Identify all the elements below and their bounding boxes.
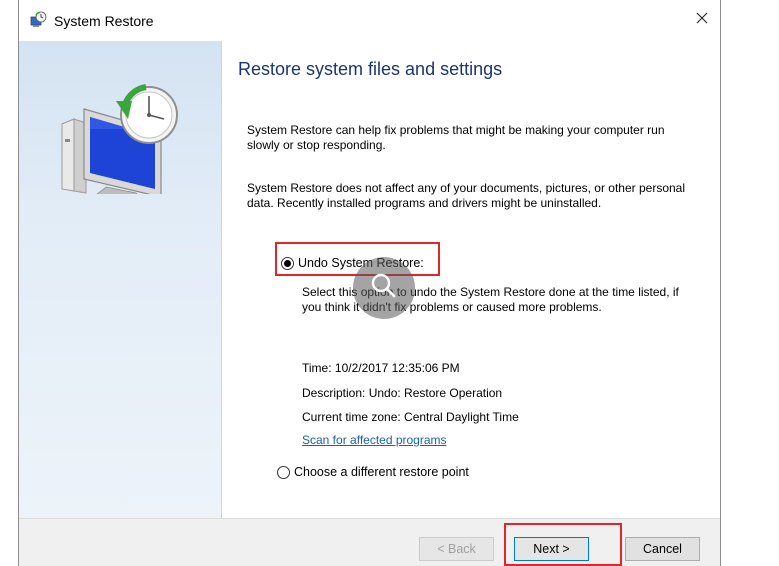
scan-affected-programs-link[interactable]: Scan for affected programs — [302, 433, 447, 447]
close-button[interactable] — [684, 0, 720, 40]
intro-paragraph-2: System Restore does not affect any of yo… — [247, 181, 686, 210]
magnifier-overlay — [353, 257, 415, 319]
wizard-sidebar — [19, 41, 222, 518]
back-button[interactable]: < Back — [419, 537, 494, 561]
intro-paragraph-1: System Restore can help fix problems tha… — [247, 123, 665, 152]
choose-restore-point-label: Choose a different restore point — [294, 465, 469, 479]
next-button-highlight — [504, 523, 622, 566]
title-bar: System Restore — [19, 0, 720, 41]
undo-radio-button[interactable] — [281, 256, 294, 270]
wizard-content: Restore system files and settings System… — [222, 41, 720, 518]
choose-restore-point-radio-button[interactable] — [277, 465, 290, 479]
close-icon — [696, 11, 708, 29]
system-restore-icon — [29, 11, 47, 29]
window-title: System Restore — [54, 13, 154, 29]
page-title: Restore system files and settings — [238, 59, 503, 79]
magnifier-icon — [369, 271, 399, 306]
current-time-zone: Current time zone: Central Daylight Time — [302, 410, 519, 424]
system-restore-window: System Restore Restore system files and … — [18, 0, 721, 566]
restore-time: Time: 10/2/2017 12:35:06 PM — [302, 361, 460, 375]
computer-restore-icon — [56, 79, 186, 202]
restore-description: Description: Undo: Restore Operation — [302, 386, 503, 400]
choose-restore-point-option[interactable]: Choose a different restore point — [277, 465, 469, 479]
cancel-button[interactable]: Cancel — [625, 537, 700, 561]
